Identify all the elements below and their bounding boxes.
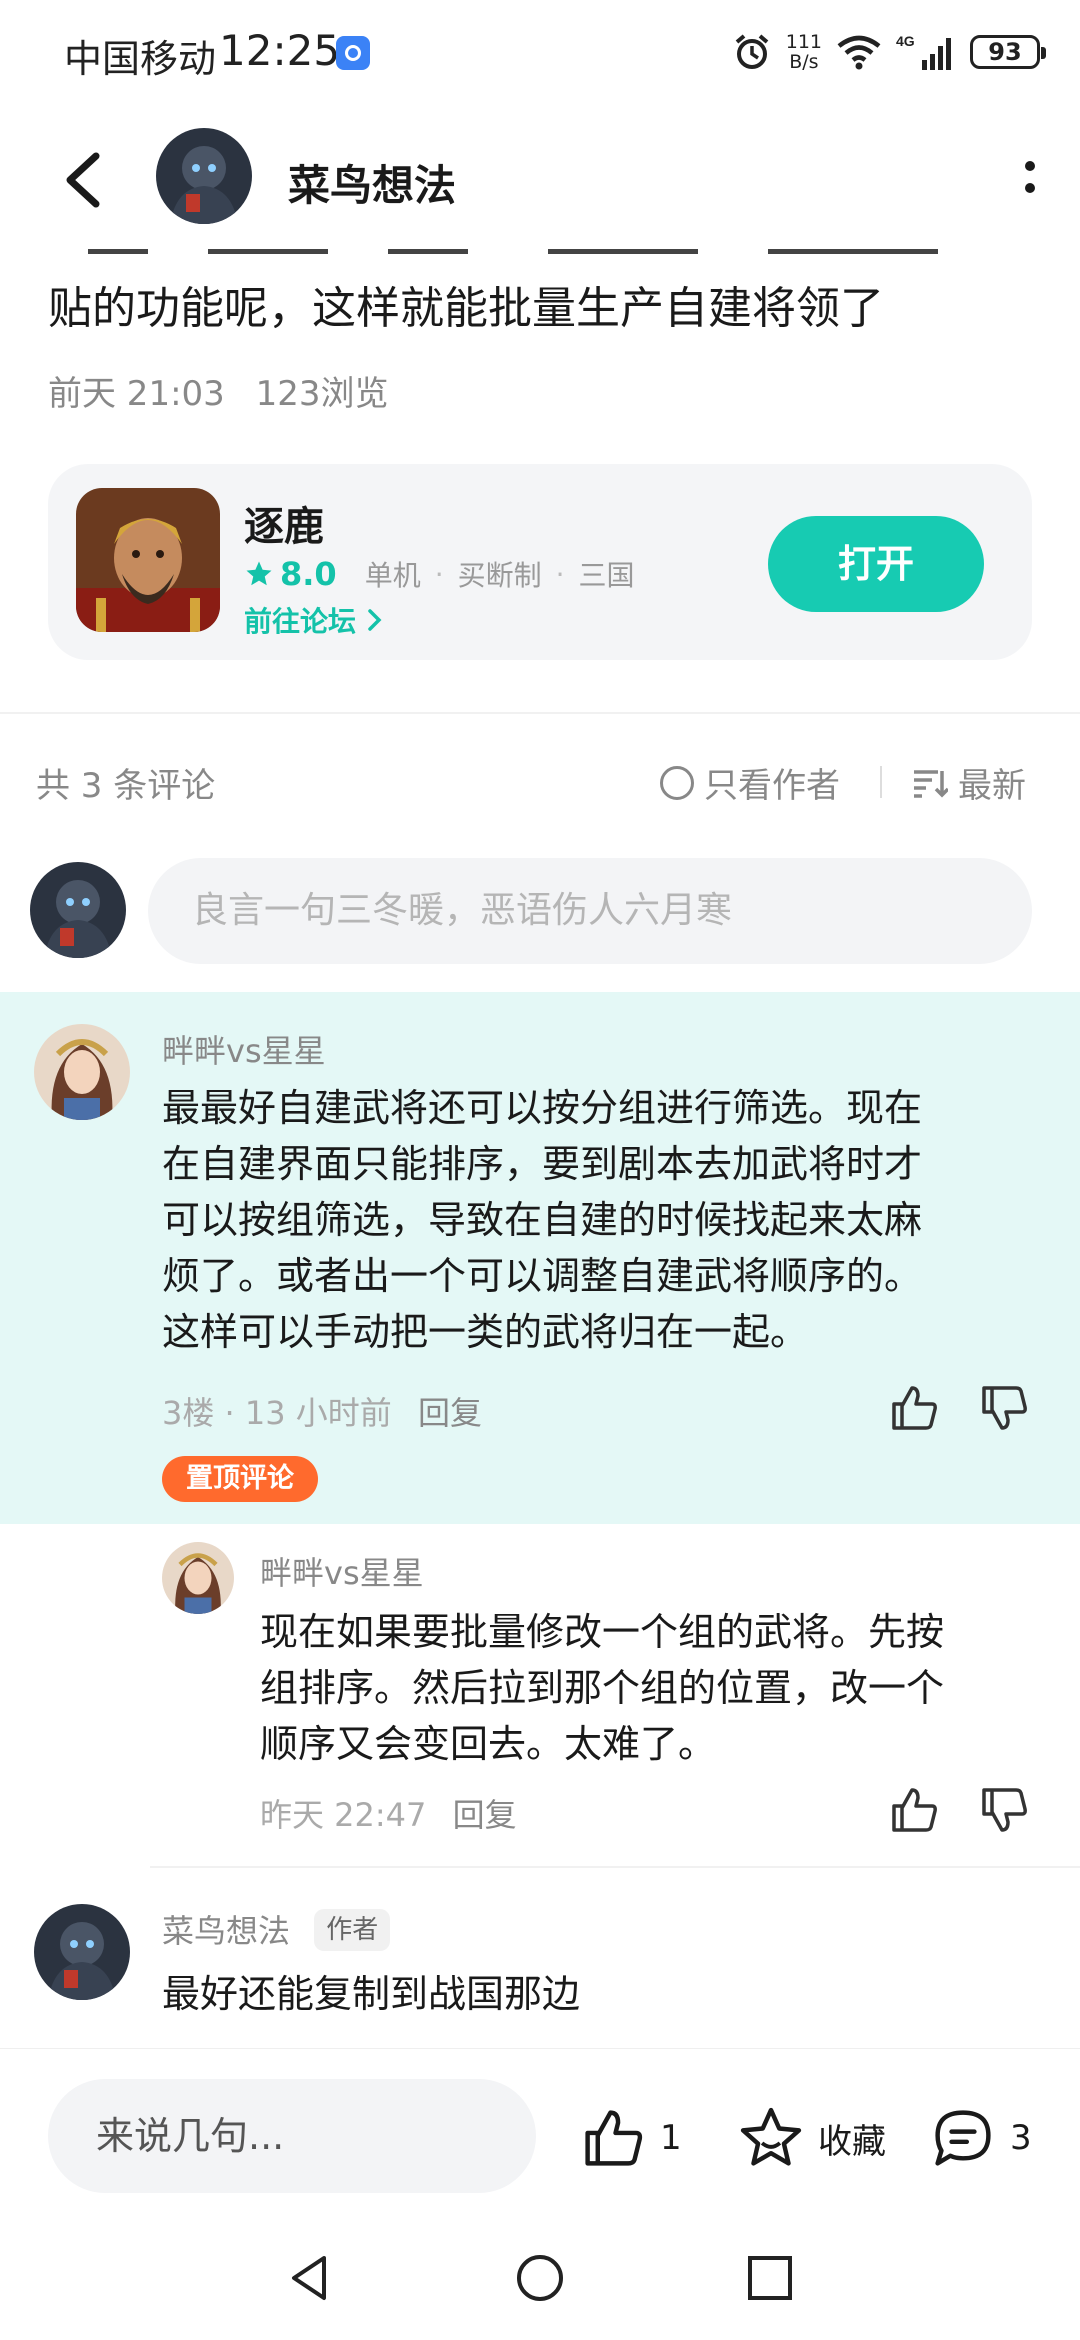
comment-time: 13 小时前 <box>244 1394 392 1432</box>
game-tag: 三国 <box>578 559 635 592</box>
game-info-row: 8.0 单机 · 买断制 · 三国 <box>244 554 635 594</box>
comment-count: 共 3 条评论 <box>36 766 216 806</box>
reply-line: 现在如果要批量修改一个组的武将。先按 <box>260 1610 945 1654</box>
system-nav-bar <box>0 2208 1080 2340</box>
game-tag: 买断制 <box>457 559 542 592</box>
comment-text: 最好还能复制到战国那边 <box>162 1972 581 2016</box>
author-only-label: 只看作者 <box>704 766 840 806</box>
star-icon <box>246 561 272 586</box>
post-text-clipped-line <box>48 240 1008 254</box>
system-back-icon[interactable] <box>284 2252 336 2304</box>
favorite-button[interactable]: 收藏 <box>738 2105 886 2171</box>
comment-input[interactable]: 良言一句三冬暖，恶语伤人六月寒 <box>148 858 1032 964</box>
game-name: 逐鹿 <box>244 504 324 550</box>
comment-floor: 3楼 <box>162 1394 215 1432</box>
post-views: 123浏览 <box>255 374 389 414</box>
net-speed-value: 111 <box>785 31 822 53</box>
reply-avatar[interactable] <box>162 1542 234 1614</box>
comment-line: 最最好自建武将还可以按分组进行筛选。现在 <box>162 1086 923 1130</box>
system-home-icon[interactable] <box>514 2252 566 2304</box>
filter-separator <box>880 766 882 798</box>
post-meta: 前天 21:03 123浏览 <box>48 366 389 415</box>
wifi-icon <box>837 35 881 70</box>
cellular-signal-icon: 4G <box>896 33 951 70</box>
more-options-icon[interactable] <box>1020 156 1040 200</box>
like-button[interactable]: 1 <box>580 2105 682 2171</box>
comment-meta: 3楼 · 13 小时前 回复 <box>162 1388 482 1434</box>
sort-icon <box>914 769 948 798</box>
comment-line: 烦了。或者出一个可以调整自建武将顺序的。 <box>162 1254 923 1298</box>
radio-circle-icon <box>660 765 694 800</box>
author-badge: 作者 <box>314 1909 391 1951</box>
comment-username[interactable]: 菜鸟想法 <box>162 1912 290 1950</box>
comment-bubble-icon <box>935 2110 991 2166</box>
goto-forum-label: 前往论坛 <box>244 605 357 638</box>
tag-separator: · <box>555 557 565 591</box>
comment-divider <box>150 1866 1080 1868</box>
post-text: 贴的功能呢，这样就能批量生产自建将领了 <box>48 283 884 334</box>
game-icon <box>76 488 220 632</box>
game-card[interactable]: 逐鹿 8.0 单机 · 买断制 · 三国 前往论坛 打开 <box>48 464 1032 660</box>
net-speed: 111 B/s <box>786 32 822 72</box>
reply-button[interactable]: 回复 <box>453 1796 517 1834</box>
commenter-avatar[interactable] <box>34 1024 130 1120</box>
game-rating: 8.0 <box>280 555 337 593</box>
battery-indicator: 93 <box>970 35 1046 69</box>
chevron-right-icon <box>368 609 382 631</box>
comment-line: 这样可以手动把一类的武将归在一起。 <box>162 1310 809 1354</box>
comment-username[interactable]: 畔畔vs星星 <box>162 1026 326 1072</box>
post-time: 前天 21:03 <box>48 374 225 414</box>
svg-text:4G: 4G <box>896 33 915 49</box>
sort-label: 最新 <box>958 766 1026 806</box>
sort-toggle[interactable]: 最新 <box>912 758 1026 807</box>
alarm-icon <box>735 34 769 69</box>
like-icon[interactable] <box>888 1382 940 1434</box>
comment-text: 最最好自建武将还可以按分组进行筛选。现在 在自建界面只能排序，要到剧本去加武将时… <box>162 1080 922 1360</box>
carrier-label: 中国移动 <box>64 37 217 81</box>
pinned-comment: 畔畔vs星星 最最好自建武将还可以按分组进行筛选。现在 在自建界面只能排序，要到… <box>0 992 1080 1524</box>
my-avatar <box>30 862 126 958</box>
back-arrow-icon[interactable] <box>56 148 116 212</box>
star-outline-icon <box>740 2107 802 2166</box>
author-only-toggle[interactable]: 只看作者 <box>660 758 840 807</box>
pinned-badge: 置顶评论 <box>162 1456 318 1502</box>
system-recents-icon[interactable] <box>744 2252 796 2304</box>
comments-button[interactable]: 3 <box>930 2105 1032 2171</box>
comments-header: 共 3 条评论 只看作者 最新 <box>0 752 1080 812</box>
dislike-icon[interactable] <box>978 1382 1030 1434</box>
page-title: 菜鸟想法 <box>288 161 457 210</box>
status-icons: 111 B/s 4G 93 <box>732 30 1046 74</box>
status-bar: 中国移动 12:25 111 B/s 4G 93 <box>0 0 1080 104</box>
goto-forum-link[interactable]: 前往论坛 <box>244 600 384 640</box>
reply-username[interactable]: 畔畔vs星星 <box>260 1548 424 1594</box>
tag-separator: · <box>434 557 444 591</box>
reply-line: 组排序。然后拉到那个组的位置，改一个 <box>260 1666 945 1710</box>
like-count: 1 <box>660 2118 682 2158</box>
bottom-action-bar: 来说几句... 1 收藏 3 <box>0 2048 1080 2208</box>
game-tag: 单机 <box>364 559 421 592</box>
say-something-input[interactable]: 来说几句... <box>48 2079 536 2193</box>
reply-text: 现在如果要批量修改一个组的武将。先按 组排序。然后拉到那个组的位置，改一个 顺序… <box>260 1604 944 1772</box>
comment-count-bottom: 3 <box>1010 2118 1032 2158</box>
like-icon <box>585 2110 643 2166</box>
reply-time: 昨天 22:47 <box>260 1796 427 1834</box>
commenter-avatar[interactable] <box>34 1904 130 2000</box>
comment-username-row: 菜鸟想法 作者 <box>162 1906 391 1952</box>
author-avatar[interactable] <box>156 128 252 224</box>
meta-separator: · <box>224 1394 245 1432</box>
comment-line: 在自建界面只能排序，要到剧本去加武将时才 <box>162 1142 923 1186</box>
reply-line: 顺序又会变回去。太难了。 <box>260 1722 717 1766</box>
like-icon[interactable] <box>888 1784 940 1836</box>
net-speed-unit: B/s <box>789 51 819 73</box>
open-game-button[interactable]: 打开 <box>768 516 984 612</box>
comment-line: 可以按组筛选，导致在自建的时候找起来太麻 <box>162 1198 923 1242</box>
notification-app-icon <box>336 36 370 70</box>
clock: 12:25 <box>219 26 341 75</box>
dislike-icon[interactable] <box>978 1784 1030 1836</box>
reply-button[interactable]: 回复 <box>418 1394 482 1432</box>
top-nav: 菜鸟想法 <box>0 104 1080 254</box>
reply-meta: 昨天 22:47 回复 <box>260 1790 517 1836</box>
favorite-label: 收藏 <box>818 2121 886 2162</box>
section-divider <box>0 712 1080 714</box>
